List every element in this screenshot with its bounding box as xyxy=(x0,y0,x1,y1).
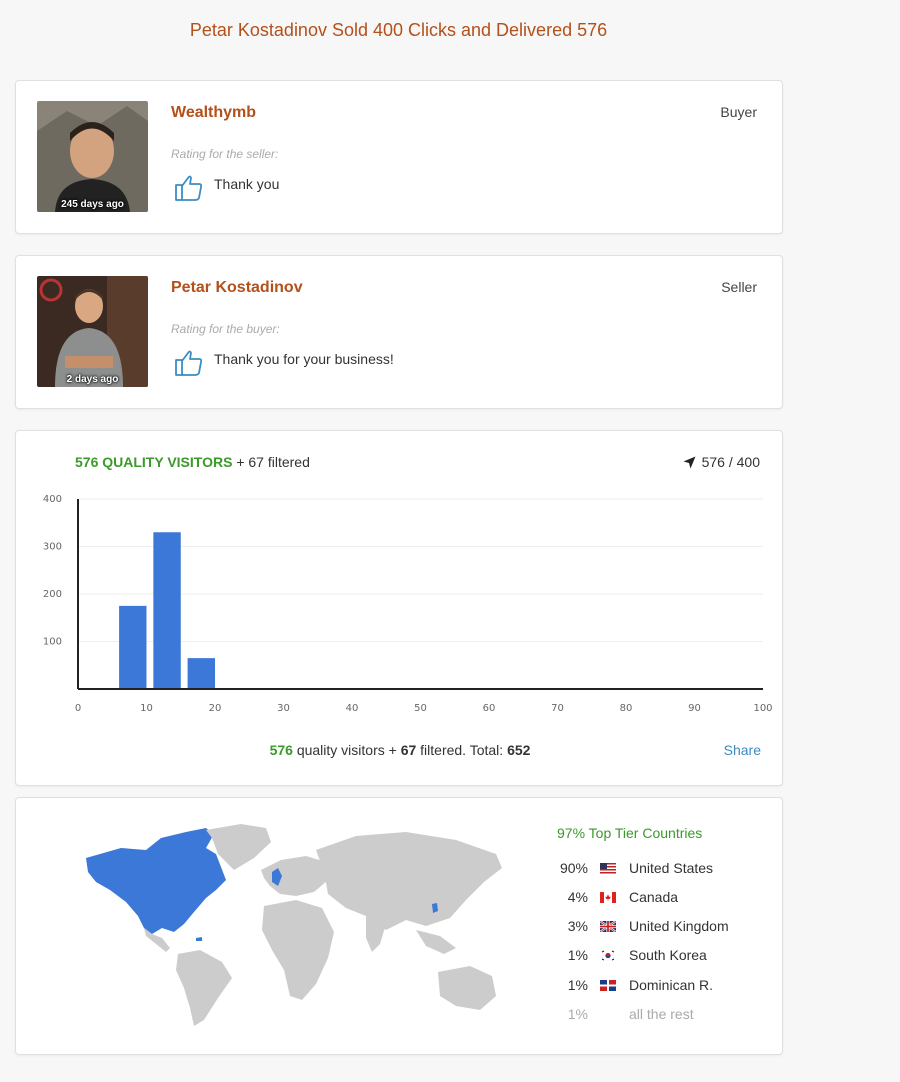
seller-role: Seller xyxy=(721,279,757,295)
visitors-bar-chart: 100 200 300 400 0 10 20 30 40 50 60 70 80 90 100 xyxy=(43,494,773,714)
country-name: South Korea xyxy=(629,947,707,963)
chart-footer: 576 quality visitors + 67 filtered. Tota… xyxy=(16,742,784,758)
rating-label: Rating for the buyer: xyxy=(171,322,280,336)
y-tick-label: 100 xyxy=(43,637,62,648)
country-row-united-kingdom: 3% United Kingdom xyxy=(536,916,729,936)
country-name: United States xyxy=(629,860,714,876)
x-tick-label: 10 xyxy=(140,703,153,714)
us-flag-icon xyxy=(600,862,616,874)
country-row-dominican-republic: 1% Dominican R. xyxy=(536,975,713,995)
map-region-asia xyxy=(316,832,502,930)
visitors-chart-card: 576 QUALITY VISITORS + 67 filtered 576 /… xyxy=(15,430,783,786)
x-tick-label: 40 xyxy=(346,703,359,714)
map-region-africa xyxy=(262,900,334,1000)
x-tick-label: 70 xyxy=(551,703,564,714)
country-name: Canada xyxy=(629,889,679,905)
seller-review-card: 2 days ago Petar Kostadinov Seller Ratin… xyxy=(15,255,783,409)
country-name: all the rest xyxy=(629,1006,694,1022)
seller-avatar[interactable]: 2 days ago xyxy=(37,276,148,387)
buyer-review-card: 245 days ago Wealthymb Buyer Rating for … xyxy=(15,80,783,234)
y-tick-label: 300 xyxy=(43,542,62,553)
country-row-south-korea: 1% South Korea xyxy=(536,945,707,965)
x-tick-label: 30 xyxy=(277,703,290,714)
footer-text-2: filtered. Total: xyxy=(420,742,504,758)
buyer-avatar[interactable]: 245 days ago xyxy=(37,101,148,212)
x-tick-label: 90 xyxy=(688,703,701,714)
map-region-north-america xyxy=(86,828,226,934)
dominican-flag-icon xyxy=(600,979,616,991)
canada-flag-icon xyxy=(600,891,616,903)
map-region-central-america xyxy=(144,928,170,952)
country-pct: 1% xyxy=(567,947,588,963)
countries-card: 97% Top Tier Countries 90% United States… xyxy=(15,797,783,1055)
buyer-review-time: 245 days ago xyxy=(61,199,124,210)
share-link[interactable]: Share xyxy=(724,742,761,758)
chart-bar xyxy=(119,605,147,689)
country-row-united-states: 90% United States xyxy=(536,858,713,878)
rating-label: Rating for the seller: xyxy=(171,147,279,161)
x-tick-label: 100 xyxy=(753,703,772,714)
map-region-southeast-asia xyxy=(416,930,456,954)
footer-total: 652 xyxy=(507,742,531,758)
country-pct: 1% xyxy=(567,1006,588,1022)
thumbs-up-icon xyxy=(173,172,205,209)
map-region-australia xyxy=(438,966,496,1010)
review-text: Thank you xyxy=(214,176,280,192)
chart-bar xyxy=(187,658,215,689)
footer-quality-count: 576 xyxy=(269,742,293,758)
country-pct: 4% xyxy=(567,889,588,905)
x-tick-label: 0 xyxy=(75,703,81,714)
seller-name[interactable]: Petar Kostadinov xyxy=(171,279,303,297)
map-region-dominican xyxy=(196,937,202,941)
country-pct: 3% xyxy=(567,918,588,934)
country-row-rest: 1% all the rest xyxy=(536,1004,694,1024)
buyer-role: Buyer xyxy=(720,104,757,120)
top-tier-countries-title: 97% Top Tier Countries xyxy=(557,825,703,841)
world-map[interactable] xyxy=(66,820,506,1030)
y-tick-label: 200 xyxy=(43,589,62,600)
thumbs-up-icon xyxy=(173,347,205,384)
review-text: Thank you for your business! xyxy=(214,351,394,367)
seller-review-time: 2 days ago xyxy=(66,374,119,385)
map-region-south-america xyxy=(176,950,232,1026)
map-region-europe xyxy=(261,856,328,896)
y-tick-label: 400 xyxy=(43,494,62,505)
country-row-canada: 4% Canada xyxy=(536,887,678,907)
country-name: United Kingdom xyxy=(629,918,729,934)
chart-bar xyxy=(153,532,181,689)
south-korea-flag-icon xyxy=(600,949,616,961)
country-pct: 90% xyxy=(559,860,588,876)
uk-flag-icon xyxy=(600,920,616,932)
x-tick-label: 80 xyxy=(620,703,633,714)
footer-text-1: quality visitors + xyxy=(296,742,397,758)
x-tick-label: 60 xyxy=(483,703,496,714)
flag-placeholder xyxy=(600,1009,616,1020)
x-tick-label: 20 xyxy=(209,703,222,714)
footer-filtered-count: 67 xyxy=(400,742,417,758)
country-name: Dominican R. xyxy=(629,977,714,993)
country-pct: 1% xyxy=(567,977,588,993)
buyer-name[interactable]: Wealthymb xyxy=(171,104,256,122)
page-title: Petar Kostadinov Sold 400 Clicks and Del… xyxy=(189,20,608,40)
x-tick-label: 50 xyxy=(414,703,427,714)
